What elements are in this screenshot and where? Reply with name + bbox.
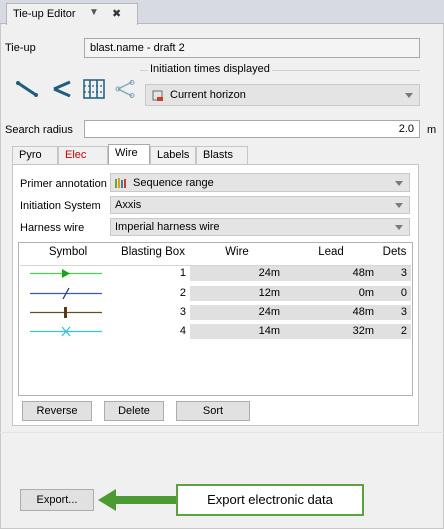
table-row[interactable]: 4 14m 32m 2 — [20, 324, 411, 339]
cell-wire: 24m — [190, 305, 284, 320]
cell-lead: 48m — [284, 266, 378, 281]
tab-pyro-label: Pyro — [19, 149, 42, 161]
tieup-name-field[interactable]: blast.name - draft 2 — [84, 38, 420, 58]
initiation-group-label: Initiation times displayed — [148, 63, 272, 75]
chevron-down-icon — [395, 203, 403, 208]
tab-elec[interactable]: Elec — [58, 146, 108, 164]
tab-tieup-editor[interactable]: Tie-up Editor ▼ ✖ — [6, 3, 138, 25]
cell-dets: 3 — [378, 266, 411, 281]
annotation-arrow-icon — [98, 489, 176, 511]
share-connect-icon[interactable] — [114, 80, 136, 98]
export-button[interactable]: Export... — [20, 489, 94, 511]
cell-box: 3 — [179, 306, 186, 318]
col-header-symbol: Symbol — [48, 246, 88, 258]
primer-annotation-select[interactable]: Sequence range — [110, 173, 410, 192]
col-header-dets: Dets — [382, 246, 407, 258]
cell-lead: 48m — [284, 305, 378, 320]
sequence-range-icon — [115, 178, 126, 188]
harness-wire-value: Imperial harness wire — [115, 221, 220, 233]
primer-annotation-value: Sequence range — [133, 177, 214, 189]
tab-title: Tie-up Editor — [13, 8, 76, 20]
initiation-system-value: Axxis — [115, 199, 142, 211]
cell-lead: 0m — [284, 286, 378, 301]
grid-connect-icon[interactable] — [82, 78, 106, 100]
tab-labels[interactable]: Labels — [150, 146, 196, 164]
initiation-system-select[interactable]: Axxis — [110, 196, 410, 214]
connect-line-icon[interactable] — [16, 80, 40, 98]
cell-wire: 12m — [190, 286, 284, 301]
blue-slash-symbol-icon — [30, 287, 102, 300]
sort-button[interactable]: Sort — [176, 401, 250, 421]
divider — [0, 432, 444, 433]
chevron-down-icon — [395, 180, 403, 186]
tab-blasts-label: Blasts — [203, 149, 233, 161]
tab-wire[interactable]: Wire — [108, 144, 150, 164]
cell-dets: 3 — [378, 305, 411, 320]
cell-dets: 0 — [378, 286, 411, 301]
col-header-blasting-box: Blasting Box — [121, 246, 185, 258]
tieup-name-value: blast.name - draft 2 — [90, 42, 185, 54]
green-arrow-symbol-icon — [30, 269, 102, 278]
chevron-down-icon — [405, 93, 413, 98]
reverse-button[interactable]: Reverse — [22, 401, 92, 421]
table-row[interactable]: 3 24m 48m 3 — [20, 305, 411, 320]
connect-fork-icon[interactable] — [50, 80, 74, 98]
tab-bar: Tie-up Editor ▼ ✖ — [0, 0, 444, 25]
delete-button[interactable]: Delete — [104, 401, 164, 421]
search-radius-input[interactable]: 2.0 — [84, 120, 420, 138]
primer-annotation-label: Primer annotation — [20, 178, 107, 190]
table-row[interactable]: 1 24m 48m 3 — [20, 266, 411, 281]
initiation-system-label: Initiation System — [20, 200, 101, 212]
tab-pyro[interactable]: Pyro — [12, 146, 58, 164]
tab-blasts[interactable]: Blasts — [196, 146, 248, 164]
cell-box: 4 — [179, 325, 186, 337]
search-radius-value: 2.0 — [398, 123, 414, 135]
cell-dets: 2 — [378, 324, 411, 339]
brown-bar-symbol-icon — [30, 307, 102, 318]
initiation-times-select[interactable]: Current horizon — [145, 84, 420, 106]
tab-labels-label: Labels — [157, 149, 190, 161]
horizon-icon — [152, 90, 163, 101]
cell-wire: 14m — [190, 324, 284, 339]
cell-box: 1 — [179, 267, 186, 279]
search-radius-unit: m — [427, 124, 437, 136]
tieup-label: Tie-up — [5, 42, 36, 54]
search-radius-label: Search radius — [5, 124, 73, 136]
tab-dropdown-icon[interactable]: ▼ — [89, 7, 99, 18]
col-header-lead: Lead — [318, 246, 344, 258]
harness-wire-label: Harness wire — [20, 222, 85, 234]
tab-elec-label: Elec — [65, 149, 87, 161]
cyan-x-symbol-icon — [30, 326, 102, 337]
tab-wire-label: Wire — [115, 147, 138, 159]
table-row[interactable]: 2 12m 0m 0 — [20, 286, 411, 301]
chevron-down-icon — [395, 225, 403, 230]
cell-box: 2 — [179, 287, 186, 299]
col-header-wire: Wire — [225, 246, 249, 258]
cell-wire: 24m — [190, 266, 284, 281]
cell-lead: 32m — [284, 324, 378, 339]
harness-wire-select[interactable]: Imperial harness wire — [110, 218, 410, 236]
tab-close-icon[interactable]: ✖ — [112, 7, 121, 20]
initiation-times-value: Current horizon — [170, 89, 246, 101]
annotation-callout: Export electronic data — [176, 484, 364, 516]
